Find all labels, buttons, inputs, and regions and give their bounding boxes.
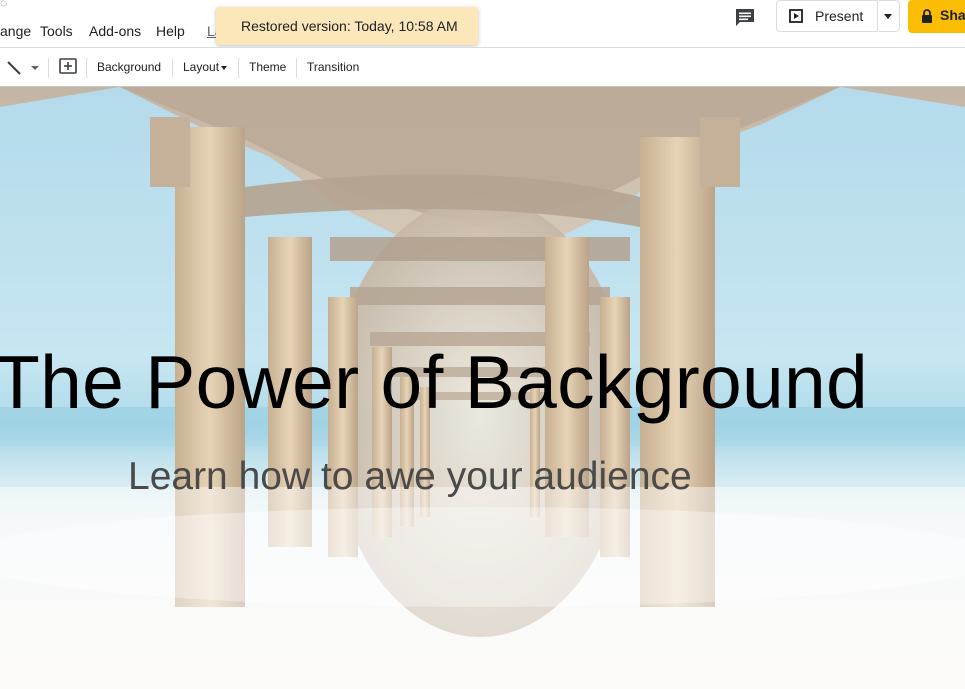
chevron-down-icon (221, 65, 228, 70)
toolbar-divider (172, 58, 173, 78)
chevron-down-icon (884, 14, 892, 19)
line-tool-icon[interactable] (5, 59, 23, 77)
toolbar-divider (238, 58, 239, 78)
menu-tools[interactable]: Tools (40, 23, 73, 39)
restored-version-toast: Restored version: Today, 10:58 AM (216, 7, 478, 45)
background-button[interactable]: Background (97, 60, 161, 74)
toolbar-divider (48, 58, 49, 78)
share-label: Sha (940, 7, 965, 23)
play-icon (789, 9, 803, 23)
transition-button[interactable]: Transition (307, 60, 359, 74)
add-box-icon[interactable] (58, 57, 78, 77)
menu-arrange[interactable]: ange (0, 23, 31, 39)
toolbar-divider (86, 58, 87, 78)
comment-icon[interactable] (733, 5, 757, 29)
menu-bar: ◌ ange Tools Add-ons Help La Restored ve… (0, 0, 965, 47)
layout-label: Layout (183, 60, 220, 74)
slide-canvas[interactable]: The Power of Background Learn how to awe… (0, 87, 965, 689)
toolbar-divider (296, 58, 297, 78)
toast-text: Restored version: Today, 10:58 AM (241, 18, 458, 34)
slide-subtitle[interactable]: Learn how to awe your audience (128, 455, 692, 499)
menu-help[interactable]: Help (156, 23, 185, 39)
present-button[interactable]: Present (776, 0, 878, 32)
present-dropdown-button[interactable] (879, 0, 900, 32)
menu-add-ons[interactable]: Add-ons (89, 23, 141, 39)
slide-title[interactable]: The Power of Background (0, 339, 868, 425)
share-button[interactable]: Sha (908, 0, 965, 33)
menu-corner-glyph: ◌ (0, 0, 8, 10)
lock-icon (922, 9, 932, 23)
present-label: Present (815, 8, 864, 24)
layout-button[interactable]: Layout (183, 60, 228, 74)
theme-button[interactable]: Theme (249, 60, 286, 74)
toolbar: Background Layout Theme Transition (0, 47, 965, 87)
line-tool-chevron-down-icon[interactable] (31, 66, 39, 70)
